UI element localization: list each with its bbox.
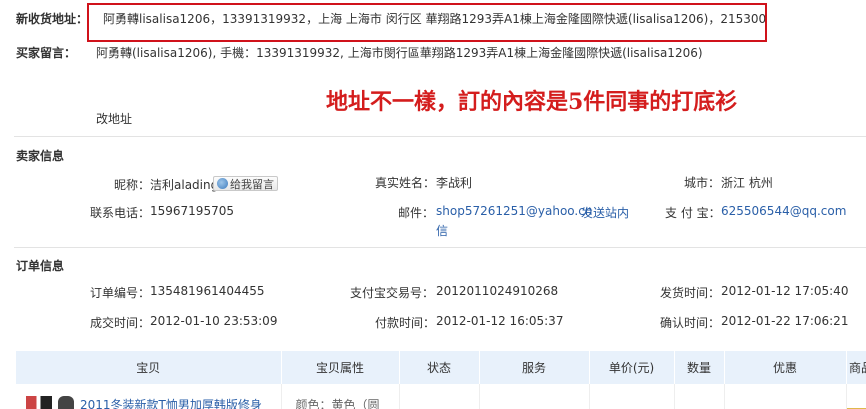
table-row: 2011冬装新款T恤男加厚韩版修身 颜色：黄色（圆: [16, 384, 866, 409]
seller-realname: 李战利: [436, 176, 473, 190]
divider: [14, 247, 866, 248]
ship-time: 2012-01-12 17:05:40: [721, 284, 849, 298]
column-header: 宝贝属性: [281, 351, 400, 384]
shipping-address-label: 新收货地址：: [16, 12, 89, 26]
seller-nickname[interactable]: 洁利alading: [150, 176, 218, 193]
annotation-text: 地址不一樣，訂的內容是5件同事的打底衫: [326, 89, 738, 115]
pay-time-label: 付款时间：: [375, 316, 436, 330]
order-no: 135481961404455: [150, 284, 265, 298]
city-label: 城市：: [684, 176, 721, 190]
ship-time-label: 发货时间：: [660, 286, 721, 300]
column-header: 优惠: [724, 351, 847, 384]
deal-time: 2012-01-10 23:53:09: [150, 314, 278, 328]
wangwang-message-button[interactable]: 给我留言: [213, 176, 278, 191]
buyer-message-label: 买家留言：: [16, 46, 77, 60]
column-header: 状态: [399, 351, 480, 384]
item-thumbnail-model[interactable]: [58, 396, 74, 409]
alipay-trade-label: 支付宝交易号：: [350, 286, 435, 300]
send-message-link-wrap[interactable]: 信: [436, 222, 448, 239]
order-items-table: 宝贝 宝贝属性 状态 服务 单价(元) 数量 优惠 商品 2011冬装新款T恤男…: [16, 351, 866, 409]
phone-label: 联系电话：: [90, 206, 151, 220]
column-header: 宝贝: [16, 351, 282, 384]
wangwang-icon: [217, 178, 228, 189]
seller-section-title: 卖家信息: [16, 149, 65, 163]
item-attributes: 颜色：黄色（圆: [281, 384, 400, 409]
table-header-row: 宝贝 宝贝属性 状态 服务 单价(元) 数量 优惠 商品: [16, 351, 866, 384]
column-header: 单价(元): [589, 351, 675, 384]
item-title-link[interactable]: 2011冬装新款T恤男加厚韩版修身: [80, 398, 262, 409]
item-thumbnail[interactable]: [26, 396, 52, 409]
wangwang-button-label: 给我留言: [230, 177, 274, 191]
change-address-link[interactable]: 改地址: [96, 110, 132, 127]
order-section-title: 订单信息: [16, 259, 65, 273]
divider: [14, 136, 866, 137]
realname-label: 真实姓名：: [375, 176, 436, 190]
column-header: 服务: [479, 351, 590, 384]
seller-alipay[interactable]: 625506544@qq.com: [721, 204, 846, 218]
seller-email-link[interactable]: shop57261251@yahoo.cn: [436, 204, 592, 218]
highlight-box: [87, 3, 767, 42]
buyer-message-value: 阿勇轉(lisalisa1206), 手機：13391319932, 上海市閔行…: [96, 46, 703, 60]
send-message-link[interactable]: 发送站内: [581, 204, 629, 221]
alipay-label: 支 付 宝：: [665, 206, 721, 220]
column-header: 数量: [674, 351, 725, 384]
nickname-label: 昵称：: [114, 178, 151, 192]
pay-time: 2012-01-12 16:05:37: [436, 314, 564, 328]
confirm-time: 2012-01-22 17:06:21: [721, 314, 849, 328]
seller-city: 浙江 杭州: [721, 176, 773, 190]
confirm-time-label: 确认时间：: [660, 316, 721, 330]
deal-time-label: 成交时间：: [90, 316, 151, 330]
alipay-trade-no: 2012011024910268: [436, 284, 559, 298]
order-no-label: 订单编号：: [90, 286, 151, 300]
email-label: 邮件：: [398, 206, 435, 220]
column-header: 商品: [846, 351, 866, 384]
seller-phone: 15967195705: [150, 204, 234, 218]
